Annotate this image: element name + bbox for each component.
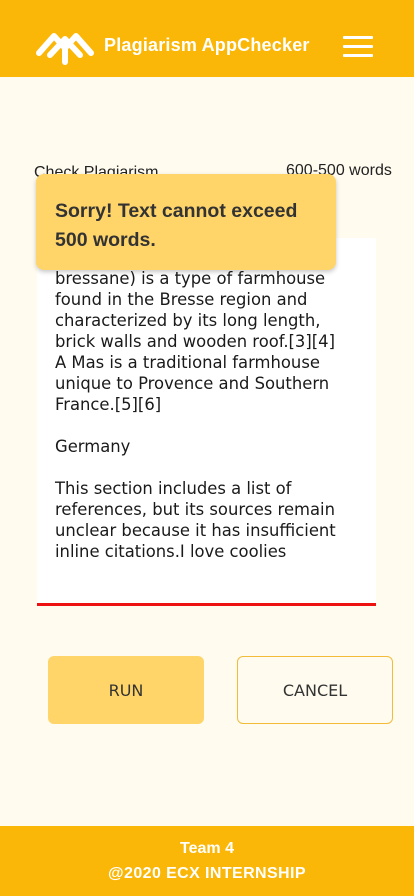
footer-team: Team 4 (180, 840, 234, 857)
cancel-button-label: CANCEL (282, 680, 348, 700)
run-button-label: RUN (108, 680, 144, 700)
run-button[interactable]: RUN (48, 656, 204, 724)
hamburger-menu-icon[interactable] (343, 36, 373, 58)
app-header: Plagiarism AppChecker (0, 0, 414, 77)
mountain-logo-icon (36, 33, 94, 65)
app-footer: Team 4 @2020 ECX INTERNSHIP (0, 826, 414, 896)
footer-copyright: @2020 ECX INTERNSHIP (108, 865, 306, 882)
app-title: Plagiarism AppChecker (104, 35, 310, 55)
error-toast: Sorry! Text cannot exceed 500 words. (36, 174, 336, 270)
text-input-area[interactable]: bressane) is a type of farmhouse found i… (37, 238, 376, 606)
cancel-button[interactable]: CANCEL (237, 656, 393, 724)
text-input-content[interactable]: bressane) is a type of farmhouse found i… (55, 268, 345, 562)
error-toast-message: Sorry! Text cannot exceed 500 words. (55, 200, 298, 251)
